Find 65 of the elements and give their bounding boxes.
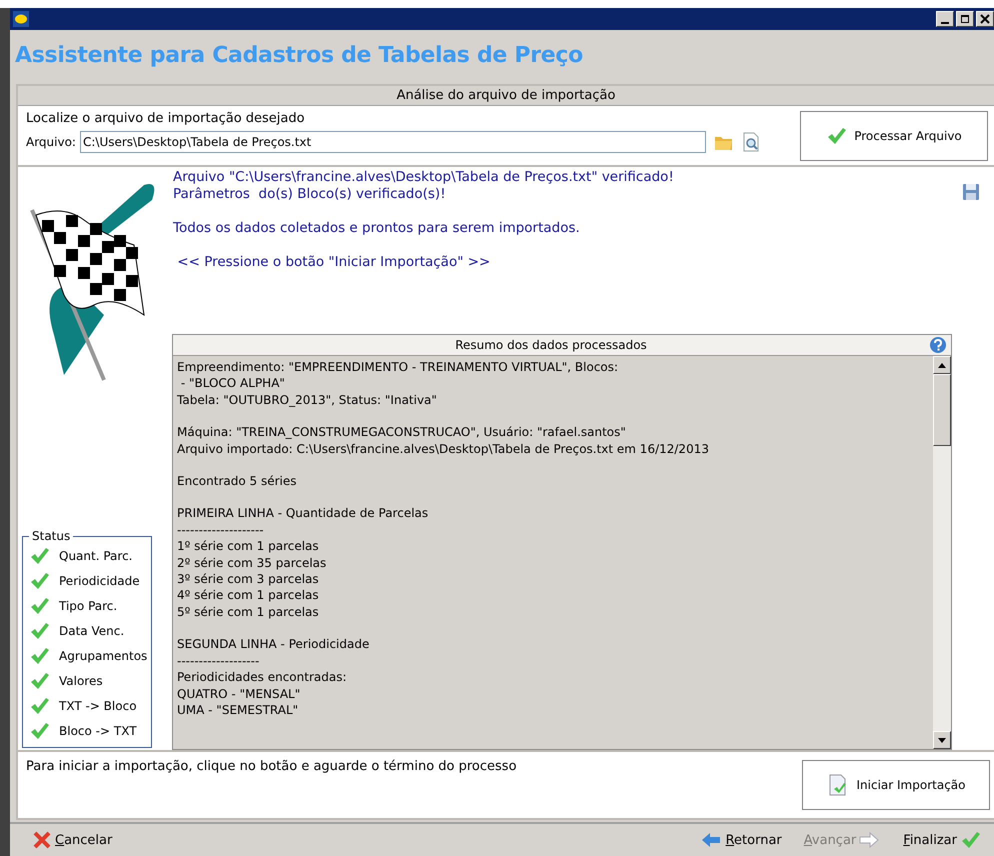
close-button[interactable] (976, 11, 994, 27)
summary-line: 4º série com 1 parcelas (177, 587, 320, 604)
summary-line: Tabela: "OUTUBRO_2013", Status: "Inativa" (177, 392, 438, 408)
left-arrow-icon (700, 830, 723, 850)
summary-line: 1º série com 1 parcelas (177, 538, 320, 555)
summary-line: - "BLOCO ALPHA" (180, 375, 286, 392)
summary-line: 2º série com 35 parcelas (177, 554, 328, 572)
cancel-button[interactable]: Cancelar (26, 828, 118, 852)
status-label: Tipo Parc. (59, 598, 118, 612)
down-arrow-icon (938, 738, 946, 742)
status-label: TXT -> Bloco (59, 698, 137, 712)
scrollbar[interactable] (933, 356, 951, 749)
summary-line: QUATRO - "MENSAL" (177, 686, 302, 702)
nav-button[interactable]: Finalizar (897, 828, 988, 852)
summary-line: UMA - "SEMESTRAL" (177, 702, 300, 718)
maximize-button[interactable] (956, 11, 974, 27)
minimize-button[interactable] (936, 11, 954, 27)
info-message: << Pressione o botão "Iniciar Importação" >> (176, 254, 490, 271)
info-message: Arquivo "C:\Users\francine.alves\Desktop\Tabela de Preços.txt" verificado! (173, 169, 674, 186)
minimize-icon (941, 22, 949, 24)
nav-button[interactable]: Retornar (694, 828, 788, 852)
section-header: Análise do arquivo de importação (18, 86, 994, 106)
close-icon (32, 830, 52, 850)
scroll-down-button[interactable] (933, 731, 951, 749)
status-label: Quant. Parc. (59, 548, 132, 562)
scroll-up-button[interactable] (933, 356, 951, 374)
summary-line: 5º série com 1 parcelas (177, 604, 320, 620)
status-label: Bloco -> TXT (59, 724, 137, 738)
process-file-button[interactable]: Processar Arquivo (800, 111, 988, 161)
status-label: Agrupamentos (59, 648, 148, 662)
up-arrow-icon (938, 362, 946, 368)
status-label: Periodicidade (59, 574, 140, 588)
summary-line: Encontrado 5 séries (177, 473, 298, 490)
info-message: Todos os dados coletados e prontos para serem importados. (173, 220, 580, 237)
help-icon[interactable] (929, 336, 947, 354)
field-label: Arquivo: (26, 135, 76, 149)
status-legend: Status (29, 529, 74, 543)
window-title: Assistente para Cadastros de Tabelas de Preço (15, 42, 583, 68)
prompt-text: Localize o arquivo de importação desejado (26, 111, 306, 126)
check-icon (960, 830, 982, 850)
status-label: Valores (59, 674, 103, 688)
app-icon (12, 10, 30, 28)
start-import-button[interactable]: Iniciar Importação (802, 760, 990, 810)
status-label: Data Venc. (59, 624, 124, 638)
summary-line: ------------------- (177, 652, 260, 670)
scrollbar-thumb[interactable] (933, 374, 951, 446)
summary-line: 3º série com 3 parcelas (177, 571, 320, 588)
maximize-icon (960, 14, 970, 24)
summary-line: Arquivo importado: C:\Users\francine.alves\Desktop\Tabela de Preços.txt em 16/12/2013 (177, 440, 710, 458)
nav-button: Avançar (798, 828, 888, 852)
right-arrow-icon (859, 830, 882, 850)
summary-line: Periodicidades encontradas: (177, 669, 348, 686)
summary-line: SEGUNDA LINHA - Periodicidade (177, 636, 370, 653)
close-icon (980, 14, 990, 24)
summary-line: Empreendimento: "EMPREENDIMENTO - TREINAMENTO VIRTUAL", Blocos: (177, 359, 620, 376)
summary-line: -------------------- (177, 522, 265, 538)
summary-title: Resumo dos dados processados (454, 338, 648, 352)
instruction-text: Para iniciar a importação, clique no botão e aguarde o término do processo (26, 758, 518, 774)
check-icon (826, 126, 848, 146)
file-path-field[interactable]: C:\Users\Desktop\Tabela de Preços.txt (80, 131, 706, 153)
summary-line: Máquina: "TREINA_CONSTRUMEGACONSTRUCAO", Usuário: "rafael.santos" (177, 424, 627, 441)
info-message: Parâmetros do(s) Bloco(s) verificado(s)! (173, 186, 446, 203)
summary-line: PRIMEIRA LINHA - Quantidade de Parcelas (177, 505, 430, 522)
document-check-icon (826, 774, 848, 796)
magnifier-document-icon[interactable] (742, 132, 760, 152)
